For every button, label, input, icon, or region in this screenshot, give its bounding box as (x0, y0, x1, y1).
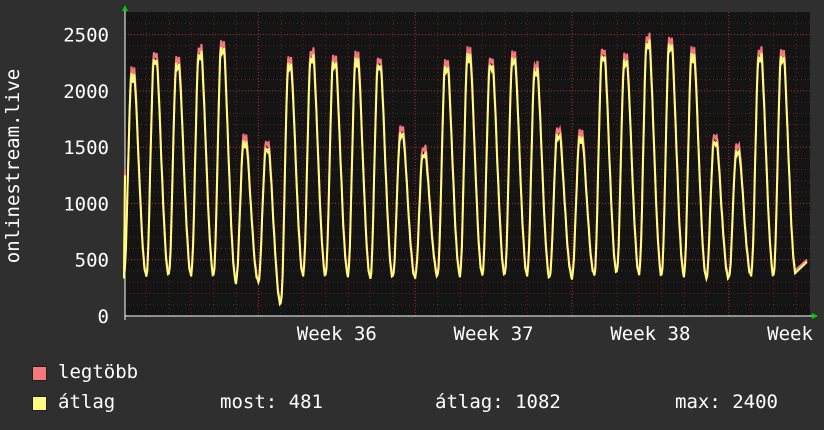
x-axis-arrow (812, 313, 818, 319)
y-tick-label: 500 (75, 250, 109, 272)
y-tick-label: 1000 (63, 193, 109, 215)
stat-now: most: 481 (220, 391, 323, 413)
stat-max: max: 2400 (675, 391, 778, 413)
x-tick-label: Week 38 (610, 323, 690, 345)
stat-average: átlag: 1082 (435, 391, 561, 413)
x-tick-label: Week 36 (297, 323, 377, 345)
y-tick-label: 2500 (63, 25, 109, 47)
x-tick-label: Week 39 (767, 323, 824, 345)
legend-label-legtobb: legtöbb (58, 361, 139, 383)
y-tick-label: 2000 (63, 81, 109, 103)
legend-label-atlag: átlag (58, 391, 116, 413)
y-tick-label: 1500 (63, 137, 109, 159)
x-tick-labels: Week 36 Week 37 Week 38 Week 39 (297, 323, 824, 345)
x-tick-label: Week 37 (454, 323, 534, 345)
y-axis-arrow (122, 5, 128, 11)
legend-swatch-atlag (32, 396, 47, 411)
legend-swatch-legtobb (32, 366, 47, 381)
y-axis-label: onlinestream.live (2, 69, 24, 263)
y-tick-label: 0 (98, 306, 109, 328)
y-tick-labels: 0 500 1000 1500 2000 2500 (63, 25, 109, 328)
